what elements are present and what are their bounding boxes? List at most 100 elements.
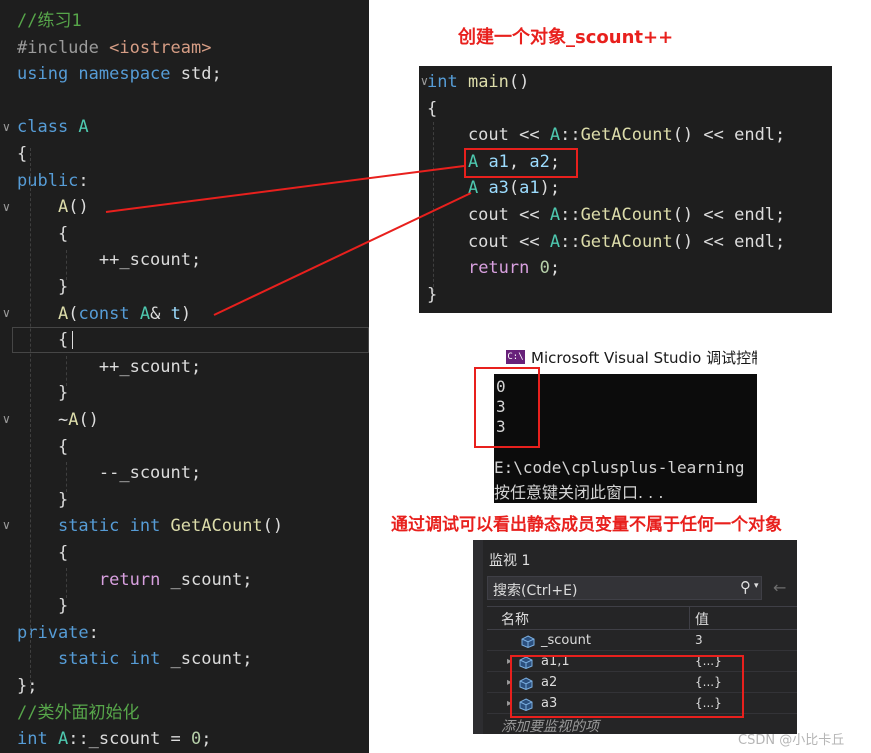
console-path-line: E:\code\cplusplus-learning bbox=[494, 458, 745, 477]
code-line[interactable]: }; bbox=[17, 673, 37, 699]
code-line[interactable]: return _scount; bbox=[17, 567, 253, 593]
code-token: { bbox=[427, 98, 438, 119]
code-line[interactable]: { bbox=[17, 540, 68, 566]
code-token: cout << bbox=[427, 125, 550, 146]
text-cursor bbox=[72, 331, 73, 349]
main-code-editor[interactable]: int main(){ cout << A::GetACount() << en… bbox=[419, 66, 832, 313]
code-line[interactable]: A(const A& t) bbox=[17, 301, 191, 327]
watch-title[interactable]: 监视 1 bbox=[489, 550, 530, 570]
code-token: a3 bbox=[488, 178, 509, 199]
code-line[interactable]: ++_scount; bbox=[17, 247, 201, 273]
code-token: ; bbox=[201, 729, 212, 750]
code-token: int bbox=[17, 729, 58, 750]
watch-search-box[interactable]: 搜索(Ctrl+E) ⚲ ▾ bbox=[487, 576, 762, 600]
code-line[interactable]: cout << A::GetACount() << endl; bbox=[427, 122, 785, 148]
fold-marker-class[interactable]: ∨ bbox=[2, 120, 11, 134]
console-press-key-line: 按任意键关闭此窗口. . . bbox=[494, 483, 664, 502]
code-line[interactable]: static int GetACount() bbox=[17, 513, 283, 539]
fold-marker-main[interactable]: ∨ bbox=[420, 74, 429, 88]
code-token: t bbox=[170, 303, 181, 324]
code-line[interactable]: ++_scount; bbox=[17, 354, 201, 380]
code-line[interactable]: { bbox=[17, 141, 27, 167]
code-line[interactable]: static int _scount; bbox=[17, 646, 252, 672]
code-line[interactable]: cout << A::GetACount() << endl; bbox=[427, 202, 785, 228]
watch-row-name: _scount bbox=[541, 633, 591, 648]
code-token: ::_scount = bbox=[68, 729, 192, 750]
watch-add-item[interactable]: 添加要监视的项 bbox=[501, 716, 599, 734]
code-token: A bbox=[57, 303, 69, 324]
code-token: ++_scount; bbox=[17, 250, 202, 271]
code-token: main bbox=[467, 72, 509, 92]
code-token: class bbox=[17, 117, 79, 138]
fold-marker-getacount[interactable]: ∨ bbox=[2, 518, 11, 532]
code-token: }; bbox=[17, 676, 38, 696]
code-token: int bbox=[427, 72, 468, 92]
code-token: private bbox=[17, 622, 89, 643]
code-line[interactable]: } bbox=[17, 593, 68, 619]
code-token: } bbox=[17, 277, 69, 297]
code-line[interactable]: } bbox=[17, 274, 68, 300]
code-line[interactable]: --_scount; bbox=[17, 460, 201, 486]
column-divider[interactable] bbox=[689, 607, 690, 629]
code-token: ); bbox=[539, 178, 561, 199]
watch-row-value[interactable]: 3 bbox=[695, 630, 703, 651]
code-line[interactable]: //练习1 bbox=[17, 8, 82, 34]
code-line[interactable]: A a3(a1); bbox=[427, 175, 560, 201]
code-token: :: bbox=[560, 231, 581, 252]
chevron-down-icon[interactable]: ▾ bbox=[754, 581, 759, 591]
watch-col-name[interactable]: 名称 bbox=[501, 609, 529, 629]
code-line[interactable]: #include <iostream> bbox=[17, 35, 211, 61]
code-line[interactable]: int main() bbox=[427, 69, 529, 95]
code-token: std; bbox=[180, 64, 222, 85]
console-app-icon: C:\ bbox=[506, 350, 525, 364]
back-arrow-icon[interactable]: ← bbox=[773, 578, 786, 597]
code-token: ~ bbox=[17, 410, 69, 430]
code-line[interactable]: using namespace std; bbox=[17, 61, 222, 87]
code-line[interactable]: { bbox=[427, 96, 437, 122]
code-token: ( bbox=[68, 303, 79, 324]
static-member-icon bbox=[521, 634, 535, 649]
code-token: GetACount bbox=[580, 205, 673, 225]
watch-row[interactable]: _scount 3 bbox=[473, 630, 797, 651]
code-token: GetACount bbox=[170, 516, 263, 537]
code-token: :: bbox=[560, 125, 581, 146]
code-token: A bbox=[549, 205, 561, 225]
code-line[interactable]: public: bbox=[17, 168, 89, 194]
fold-marker-dtor[interactable]: ∨ bbox=[2, 412, 11, 426]
code-line[interactable]: A() bbox=[17, 194, 89, 220]
code-token: { bbox=[17, 543, 69, 563]
code-token: GetACount bbox=[580, 125, 673, 146]
highlight-box-a1-a2 bbox=[464, 148, 578, 178]
watch-col-value[interactable]: 值 bbox=[695, 609, 709, 629]
search-icon[interactable]: ⚲ bbox=[740, 578, 751, 596]
code-token: --_scount; bbox=[17, 463, 202, 484]
code-token: 0 bbox=[539, 258, 550, 279]
code-line[interactable]: cout << A::GetACount() << endl; bbox=[427, 229, 785, 255]
code-token: { bbox=[17, 144, 28, 164]
code-token: & bbox=[150, 303, 171, 324]
indent-guide bbox=[30, 148, 31, 688]
code-token: //练习1 bbox=[17, 11, 82, 31]
fold-marker-ctor[interactable]: ∨ bbox=[2, 200, 11, 214]
code-token: } bbox=[17, 383, 69, 404]
fold-marker-copy-ctor[interactable]: ∨ bbox=[2, 306, 11, 320]
code-token: GetACount bbox=[580, 231, 673, 252]
code-token: ++_scount; bbox=[17, 356, 202, 377]
class-code-editor[interactable]: //练习1 #include <iostream> using namespace … bbox=[0, 0, 369, 753]
code-token: static int bbox=[57, 649, 171, 670]
code-line[interactable]: } bbox=[17, 487, 68, 513]
code-line[interactable]: class A bbox=[17, 114, 89, 140]
indent-guide bbox=[66, 250, 67, 280]
code-line[interactable]: //类外面初始化 bbox=[17, 700, 139, 726]
code-line[interactable]: { bbox=[17, 221, 68, 247]
highlight-box-console-output bbox=[474, 367, 540, 448]
code-line[interactable]: return 0; bbox=[427, 255, 560, 281]
code-token: ( bbox=[508, 178, 520, 199]
code-token: public bbox=[17, 170, 79, 191]
code-line[interactable]: { bbox=[17, 434, 68, 460]
code-line[interactable]: int A::_scount = 0; bbox=[17, 726, 212, 752]
watch-search-input[interactable]: 搜索(Ctrl+E) bbox=[493, 580, 577, 600]
code-line[interactable]: } bbox=[17, 380, 68, 406]
watch-header-row: 名称 值 bbox=[487, 606, 797, 630]
